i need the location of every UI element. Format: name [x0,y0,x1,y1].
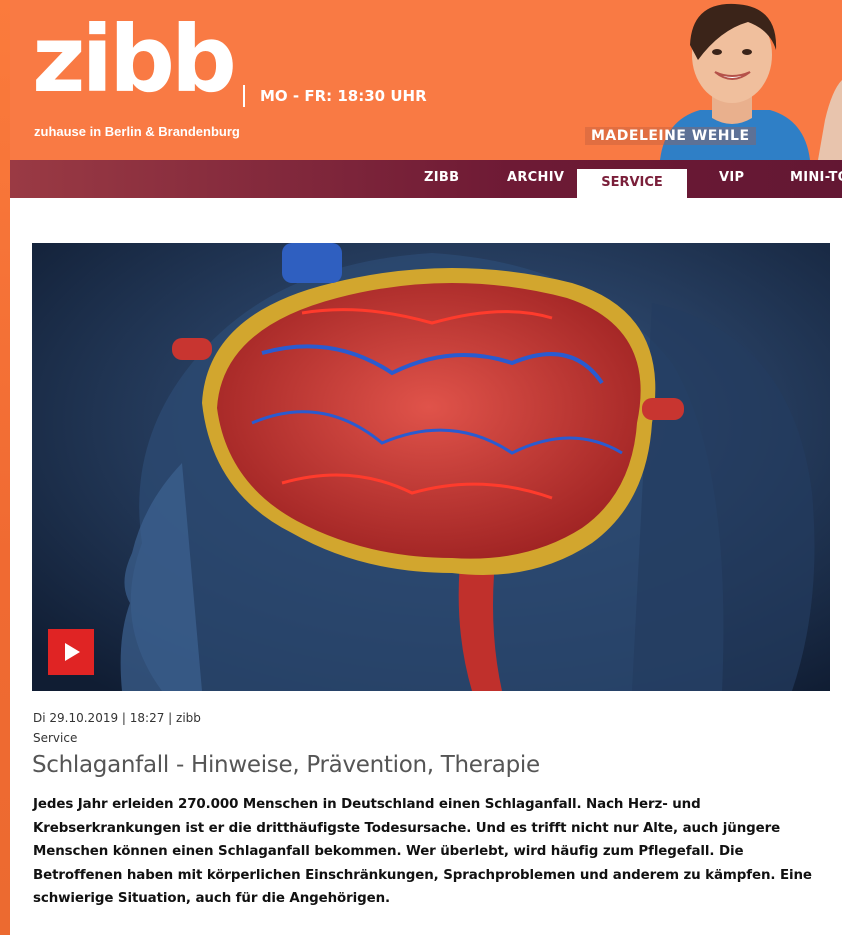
video-player[interactable] [32,243,830,691]
article-teaser: Jedes Jahr erleiden 270.000 Menschen in … [33,797,812,906]
nav-item-mini-to[interactable]: MINI-TO [790,170,842,185]
nav-item-service-label: SERVICE [601,175,663,190]
article-category[interactable]: Service [33,731,77,745]
zibb-logo[interactable]: zibb [32,14,237,106]
article-meta: Di 29.10.2019 | 18:27 | zibb [33,711,201,725]
nav-item-archiv[interactable]: ARCHIV [507,170,564,185]
page-left-strip [0,0,10,935]
play-button[interactable] [48,629,94,675]
showtime-label: MO - FR: 18:30 UHR [260,87,427,105]
nav-item-vip[interactable]: VIP [719,170,744,185]
nav-item-service[interactable]: SERVICE [577,169,687,198]
play-icon [65,643,80,661]
video-thumbnail [32,243,830,691]
article-title: Schlaganfall - Hinweise, Prävention, The… [32,752,540,778]
logo-tagline: zuhause in Berlin & Brandenburg [34,124,240,139]
presenter-name: MADELEINE WEHLE [585,127,756,145]
header-divider [243,85,245,107]
nav-item-zibb[interactable]: ZIBB [424,170,459,185]
main-navigation: ZIBB ARCHIV VIP MINI-TO [10,160,842,198]
site-header: zibb zuhause in Berlin & Brandenburg MO … [10,0,842,160]
